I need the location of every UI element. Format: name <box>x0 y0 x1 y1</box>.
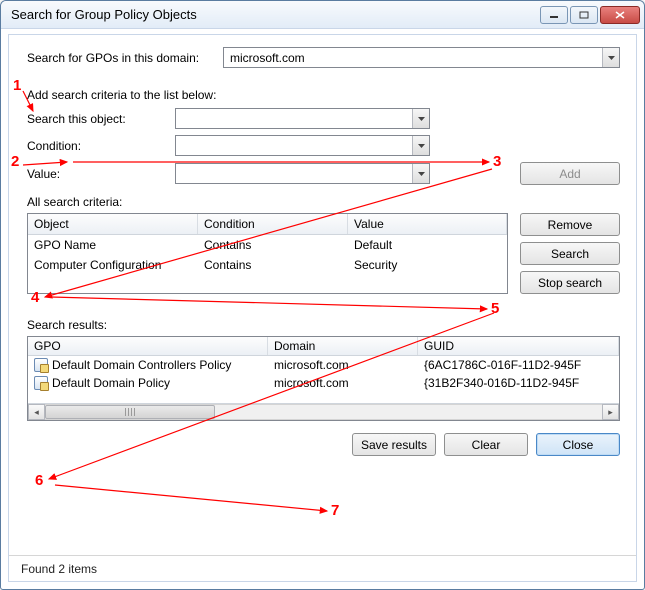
status-bar: Found 2 items <box>9 555 636 581</box>
status-text: Found 2 items <box>21 562 97 576</box>
criteria-header-object[interactable]: Object <box>28 214 198 234</box>
value-row: Value: Add <box>27 162 620 185</box>
results-row[interactable]: Default Domain Controllers Policy micros… <box>28 356 619 374</box>
window-title: Search for Group Policy Objects <box>11 7 538 22</box>
stop-search-button[interactable]: Stop search <box>520 271 620 294</box>
results-header-gpo[interactable]: GPO <box>28 337 268 355</box>
close-button[interactable]: Close <box>536 433 620 456</box>
condition-combo[interactable] <box>175 135 430 156</box>
criteria-prompt-label: Add search criteria to the list below: <box>27 88 620 102</box>
criteria-table: Object Condition Value GPO Name Contains… <box>27 213 508 294</box>
dialog-window: Search for Group Policy Objects Search f… <box>0 0 645 590</box>
criteria-object: GPO Name <box>28 235 198 255</box>
scroll-thumb[interactable] <box>45 405 215 419</box>
results-header-domain[interactable]: Domain <box>268 337 418 355</box>
search-object-combo[interactable] <box>175 108 430 129</box>
domain-combo[interactable]: microsoft.com <box>223 47 620 68</box>
criteria-side-buttons: Remove Search Stop search <box>520 213 620 294</box>
remove-button[interactable]: Remove <box>520 213 620 236</box>
search-button[interactable]: Search <box>520 242 620 265</box>
value-label: Value: <box>27 167 175 181</box>
results-table: GPO Domain GUID Default Domain Controlle… <box>27 336 620 421</box>
criteria-row[interactable]: Computer Configuration Contains Security <box>28 255 507 275</box>
save-results-button[interactable]: Save results <box>352 433 436 456</box>
criteria-value: Security <box>348 255 507 275</box>
window-buttons <box>538 6 640 24</box>
domain-label: Search for GPOs in this domain: <box>27 51 217 65</box>
maximize-button[interactable] <box>570 6 598 24</box>
results-guid: {31B2F340-016D-11D2-945F <box>418 374 619 392</box>
criteria-header: Object Condition Value <box>28 214 507 235</box>
close-window-button[interactable] <box>600 6 640 24</box>
results-gpo-name: Default Domain Controllers Policy <box>52 358 231 372</box>
results-guid: {6AC1786C-016F-11D2-945F <box>418 356 619 374</box>
results-header: GPO Domain GUID <box>28 337 619 356</box>
annotation-num: 7 <box>331 502 339 519</box>
value-combo[interactable] <box>175 163 430 184</box>
domain-row: Search for GPOs in this domain: microsof… <box>27 47 620 68</box>
scroll-right-arrow-icon[interactable]: ▸ <box>602 404 619 420</box>
gpo-icon <box>34 376 48 390</box>
titlebar: Search for Group Policy Objects <box>1 1 644 29</box>
results-row[interactable]: Default Domain Policy microsoft.com {31B… <box>28 374 619 392</box>
results-header-guid[interactable]: GUID <box>418 337 619 355</box>
criteria-header-value[interactable]: Value <box>348 214 507 234</box>
all-criteria-label: All search criteria: <box>27 195 620 209</box>
results-domain: microsoft.com <box>268 356 418 374</box>
dialog-body: Search for GPOs in this domain: microsof… <box>9 35 636 555</box>
search-object-row: Search this object: <box>27 108 620 129</box>
criteria-condition: Contains <box>198 235 348 255</box>
chevron-down-icon <box>602 48 619 67</box>
criteria-row[interactable]: GPO Name Contains Default <box>28 235 507 255</box>
annotation-num: 6 <box>35 472 43 489</box>
bottom-buttons: Save results Clear Close <box>27 433 620 456</box>
results-domain: microsoft.com <box>268 374 418 392</box>
condition-label: Condition: <box>27 139 175 153</box>
search-object-label: Search this object: <box>27 112 175 126</box>
condition-row: Condition: <box>27 135 620 156</box>
minimize-button[interactable] <box>540 6 568 24</box>
domain-value: microsoft.com <box>224 51 602 65</box>
criteria-header-condition[interactable]: Condition <box>198 214 348 234</box>
chevron-down-icon <box>412 164 429 183</box>
criteria-condition: Contains <box>198 255 348 275</box>
clear-button[interactable]: Clear <box>444 433 528 456</box>
chevron-down-icon <box>412 136 429 155</box>
client-area: Search for GPOs in this domain: microsof… <box>8 34 637 582</box>
scroll-left-arrow-icon[interactable]: ◂ <box>28 404 45 420</box>
horizontal-scrollbar[interactable]: ◂ ▸ <box>28 403 619 420</box>
annotation-num: 1 <box>13 77 21 94</box>
add-button[interactable]: Add <box>520 162 620 185</box>
results-label: Search results: <box>27 318 620 332</box>
results-gpo-name: Default Domain Policy <box>52 376 170 390</box>
gpo-icon <box>34 358 48 372</box>
criteria-value: Default <box>348 235 507 255</box>
criteria-area: Object Condition Value GPO Name Contains… <box>27 213 620 294</box>
chevron-down-icon <box>412 109 429 128</box>
scroll-track[interactable] <box>45 404 602 420</box>
criteria-object: Computer Configuration <box>28 255 198 275</box>
annotation-num: 2 <box>11 153 19 170</box>
